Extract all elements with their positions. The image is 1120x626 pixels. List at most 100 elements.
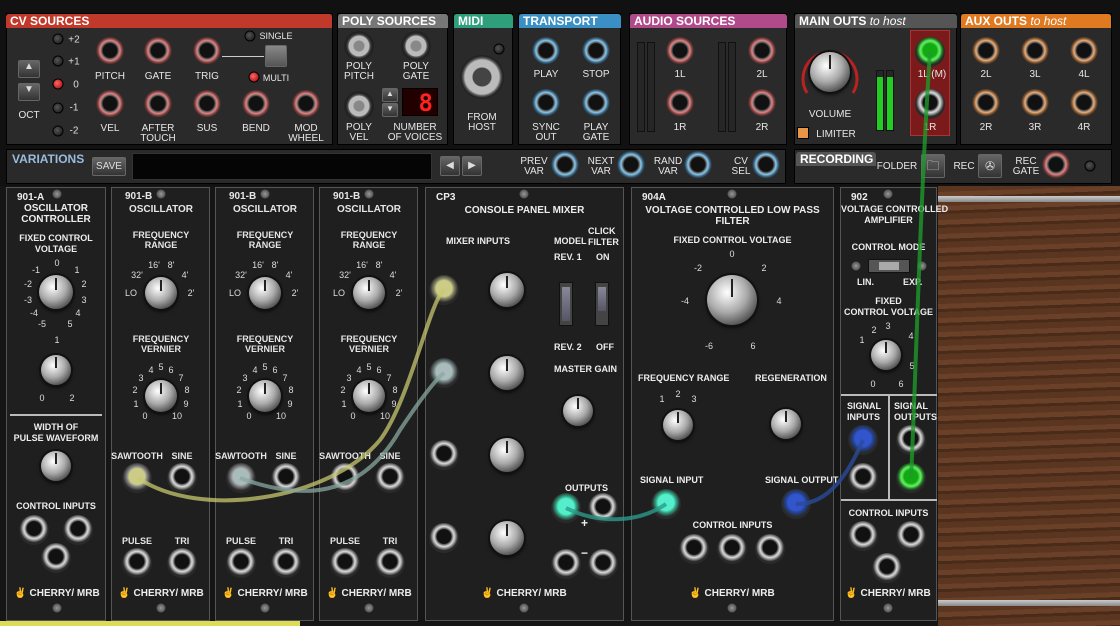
tri-jack[interactable] [271, 548, 301, 578]
output-minus-jack-1[interactable] [551, 549, 581, 579]
voices-up-button[interactable]: ▲ [382, 88, 398, 102]
vcf-fcv-knob[interactable] [707, 275, 757, 325]
audio-2r-jack[interactable] [747, 89, 777, 119]
cv-sel-jack[interactable] [751, 151, 781, 181]
oct-led-plus2[interactable] [52, 33, 64, 45]
vcf-freq-range-knob[interactable] [663, 410, 693, 440]
next-arrow-button[interactable]: ▶ [462, 156, 482, 176]
oct-led-plus1[interactable] [52, 55, 64, 67]
play-jack[interactable] [531, 37, 561, 67]
model-switch[interactable] [559, 282, 573, 326]
pitch-jack[interactable] [95, 37, 125, 67]
volume-knob[interactable] [810, 52, 850, 92]
single-led[interactable] [244, 30, 256, 42]
save-button[interactable]: SAVE [92, 157, 126, 176]
after-touch-jack[interactable] [143, 90, 173, 120]
sine-jack[interactable] [271, 463, 301, 493]
audio-2l-jack[interactable] [747, 37, 777, 67]
vcf-signal-output-jack[interactable] [781, 489, 811, 519]
mixer-input-jack-4[interactable] [429, 523, 459, 553]
limiter-checkbox[interactable] [797, 127, 809, 139]
vca-control-jack-1[interactable] [848, 521, 878, 551]
regeneration-knob[interactable] [771, 409, 801, 439]
fcv-fine-knob[interactable] [41, 355, 71, 385]
aux-4l-jack[interactable] [1069, 37, 1099, 67]
sawtooth-jack[interactable] [330, 463, 360, 493]
vca-control-jack-2[interactable] [896, 521, 926, 551]
variation-name-field[interactable] [132, 153, 432, 180]
aux-2l-jack[interactable] [971, 37, 1001, 67]
vca-signal-input-jack-1[interactable] [848, 425, 878, 455]
sine-jack[interactable] [375, 463, 405, 493]
pulse-jack[interactable] [330, 548, 360, 578]
control-input-jack-2[interactable] [63, 515, 93, 545]
freq-range-knob[interactable] [145, 277, 177, 309]
control-input-jack-3[interactable] [41, 543, 71, 573]
poly-gate-jack[interactable] [401, 31, 431, 61]
trig-jack[interactable] [192, 37, 222, 67]
mixer-level-knob-3[interactable] [490, 438, 524, 472]
folder-icon[interactable]: 🗀 [921, 154, 945, 178]
sawtooth-jack[interactable] [122, 463, 152, 493]
rec-gate-jack[interactable] [1041, 151, 1071, 181]
oct-down-button[interactable]: ▼ [18, 83, 40, 101]
record-reel-icon[interactable]: ✇ [978, 154, 1002, 178]
vca-control-jack-3[interactable] [872, 553, 902, 583]
control-input-jack-1[interactable] [19, 515, 49, 545]
poly-pitch-jack[interactable] [344, 31, 374, 61]
sync-out-jack[interactable] [531, 89, 561, 119]
poly-vel-jack[interactable] [344, 91, 374, 121]
scroll-indicator[interactable] [0, 621, 300, 626]
freq-range-knob[interactable] [249, 277, 281, 309]
voices-down-button[interactable]: ▼ [382, 103, 398, 117]
sine-jack[interactable] [167, 463, 197, 493]
aux-2r-jack[interactable] [971, 89, 1001, 119]
freq-vernier-knob[interactable] [353, 380, 385, 412]
next-var-jack[interactable] [616, 151, 646, 181]
mixer-input-jack-2[interactable] [429, 358, 459, 388]
prev-var-jack[interactable] [550, 151, 580, 181]
click-filter-switch[interactable] [595, 282, 609, 326]
oct-up-button[interactable]: ▲ [18, 60, 40, 78]
pulse-jack[interactable] [122, 548, 152, 578]
mixer-level-knob-4[interactable] [490, 521, 524, 555]
pulse-jack[interactable] [226, 548, 256, 578]
tri-jack[interactable] [375, 548, 405, 578]
output-plus-jack-1[interactable] [551, 493, 581, 523]
stop-jack[interactable] [581, 37, 611, 67]
freq-vernier-knob[interactable] [249, 380, 281, 412]
sawtooth-jack[interactable] [226, 463, 256, 493]
vca-signal-output-jack-1[interactable] [896, 425, 926, 455]
vcf-control-jack-1[interactable] [679, 534, 709, 564]
vca-fcv-knob[interactable] [871, 340, 901, 370]
midi-din-jack[interactable] [460, 55, 504, 99]
mixer-level-knob-2[interactable] [490, 356, 524, 390]
master-gain-knob[interactable] [563, 396, 593, 426]
mod-wheel-jack[interactable] [291, 90, 321, 120]
tri-jack[interactable] [167, 548, 197, 578]
freq-range-knob[interactable] [353, 277, 385, 309]
bend-jack[interactable] [241, 90, 271, 120]
freq-vernier-knob[interactable] [145, 380, 177, 412]
mixer-level-knob-1[interactable] [490, 273, 524, 307]
sus-jack[interactable] [192, 90, 222, 120]
vcf-control-jack-3[interactable] [755, 534, 785, 564]
oct-led-minus2[interactable] [52, 125, 64, 137]
aux-3r-jack[interactable] [1020, 89, 1050, 119]
oct-led-minus1[interactable] [52, 102, 64, 114]
trig-mode-button[interactable] [265, 45, 287, 67]
vel-jack[interactable] [95, 90, 125, 120]
aux-4r-jack[interactable] [1069, 89, 1099, 119]
oct-led-zero[interactable] [52, 78, 64, 90]
prev-arrow-button[interactable]: ◀ [440, 156, 460, 176]
rand-var-jack[interactable] [683, 151, 713, 181]
control-mode-switch[interactable] [868, 259, 910, 273]
multi-led[interactable] [248, 71, 260, 83]
mixer-input-jack-1[interactable] [429, 275, 459, 305]
vca-signal-output-jack-2[interactable] [896, 463, 926, 493]
vcf-control-jack-2[interactable] [717, 534, 747, 564]
fcv-coarse-knob[interactable] [39, 275, 73, 309]
mixer-input-jack-3[interactable] [429, 440, 459, 470]
output-plus-jack-2[interactable] [588, 493, 618, 523]
vcf-signal-input-jack[interactable] [651, 489, 681, 519]
